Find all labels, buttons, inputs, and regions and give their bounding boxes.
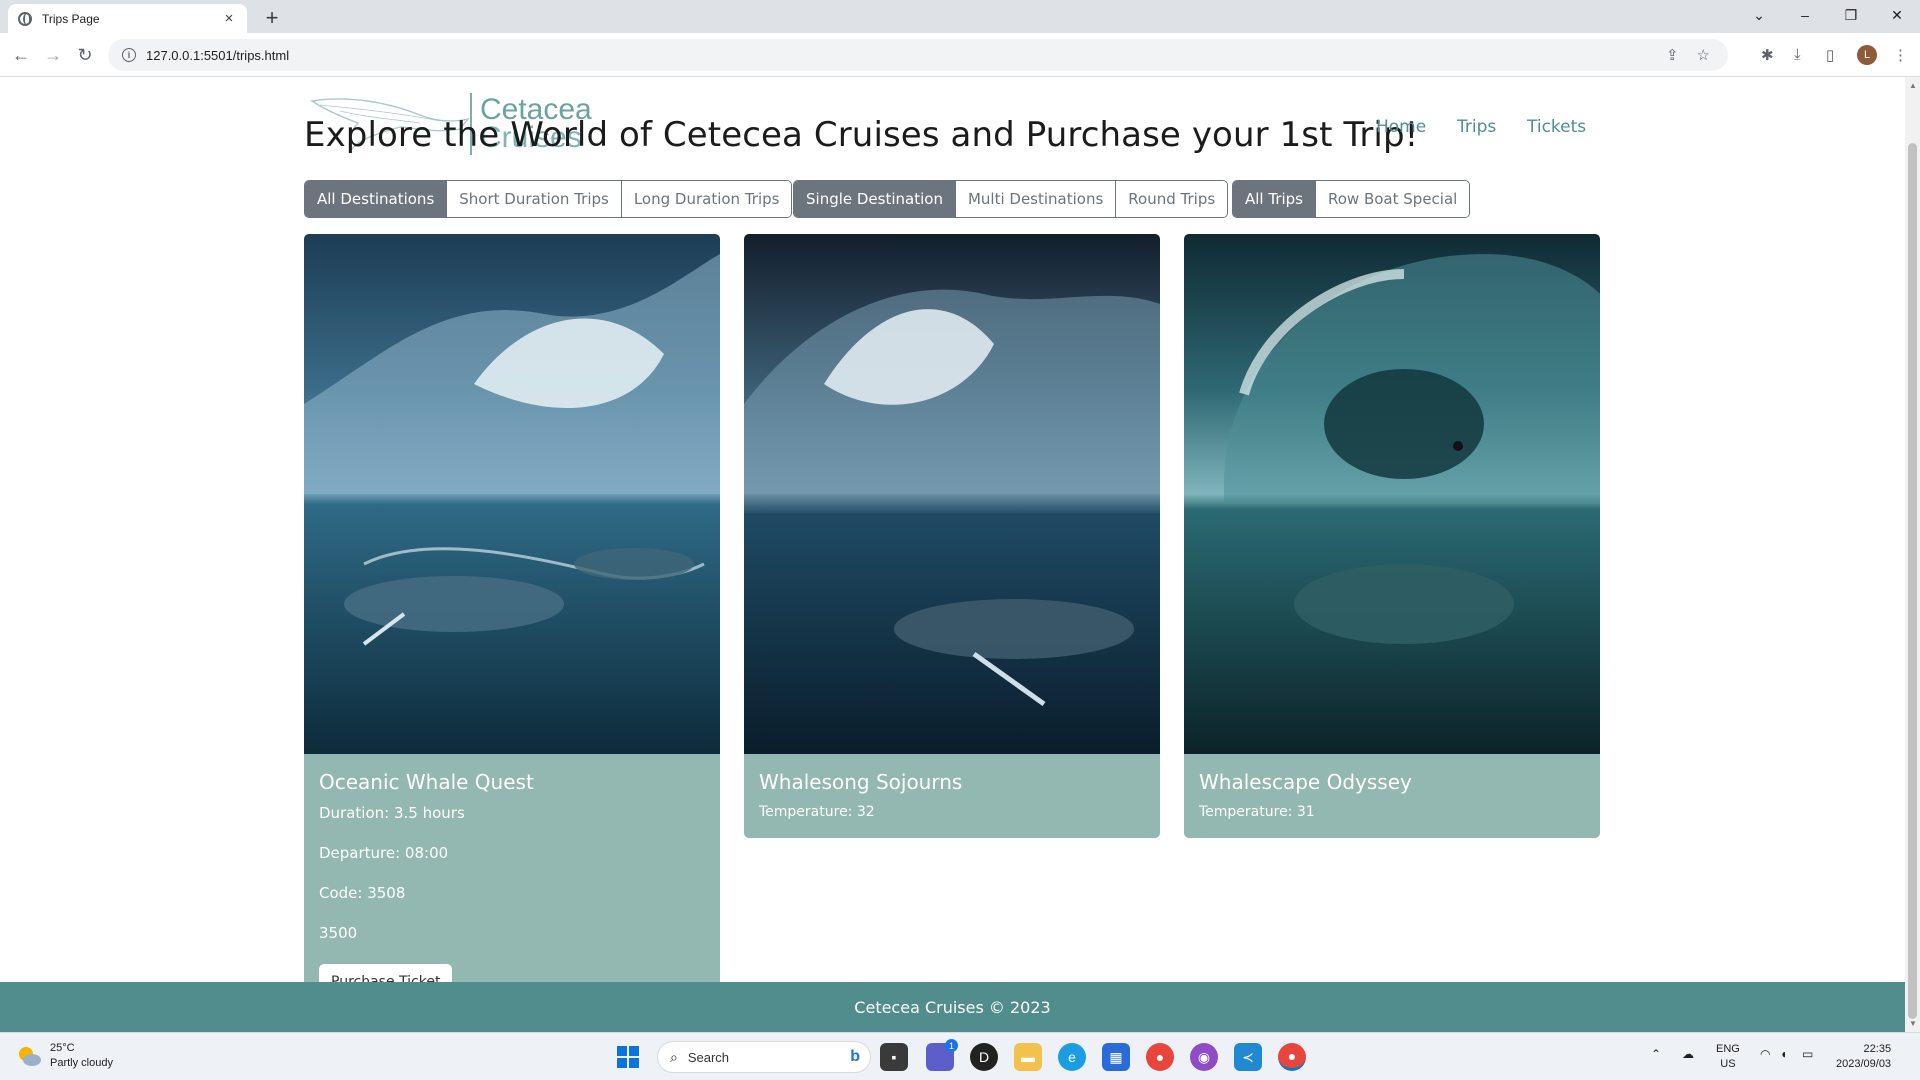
trip-card-image (1184, 234, 1600, 754)
footer-copyright: Cetecea Cruises © 2023 (854, 997, 1051, 1017)
language-code: ENG (1716, 1043, 1740, 1055)
weather-temperature: 25°C (50, 1042, 75, 1054)
filter-short-duration-button[interactable]: Short Duration Trips (447, 181, 622, 217)
page-title: Explore the World of Cetecea Cruises and… (304, 115, 1419, 155)
bing-icon: b (850, 1048, 860, 1065)
browser-tab[interactable]: Trips Page × (8, 4, 247, 33)
tray-overflow-chevron-icon[interactable]: ⌃ (1651, 1047, 1661, 1061)
store-icon[interactable]: ▦ (1102, 1043, 1130, 1071)
share-icon[interactable]: ⇪ (1666, 46, 1679, 64)
address-bar[interactable]: i 127.0.0.1:5501/trips.html ⇪ ☆ (108, 39, 1728, 71)
trip-temperature: Temperature: 32 (759, 804, 875, 820)
restore-button[interactable]: ❐ (1828, 0, 1874, 30)
weather-widget[interactable]: 25°C Partly cloudy (16, 1041, 113, 1071)
url-text[interactable]: 127.0.0.1:5501/trips.html (146, 48, 1666, 63)
vscode-icon[interactable]: ≺ (1234, 1043, 1262, 1071)
back-icon[interactable]: ← (8, 42, 34, 68)
forward-icon[interactable]: → (40, 42, 66, 68)
filter-multi-destinations-button[interactable]: Multi Destinations (955, 181, 1117, 217)
filter-all-trips-button[interactable]: All Trips (1233, 181, 1316, 217)
scroll-up-arrow-icon[interactable]: ▲ (1909, 81, 1917, 90)
trip-card-title: Oceanic Whale Quest (319, 770, 534, 794)
site-info-icon[interactable]: i (122, 48, 136, 62)
search-placeholder: Search (687, 1049, 730, 1065)
edge-browser-icon[interactable]: e (1058, 1043, 1086, 1071)
volume-icon[interactable]: ◖ (1780, 1047, 1787, 1061)
trip-card: Oceanic Whale Quest Duration: 3.5 hours … (304, 234, 720, 1014)
wifi-icon[interactable]: ◠ (1760, 1047, 1770, 1061)
filter-round-trips-button[interactable]: Round Trips (1116, 181, 1228, 217)
chrome-active-icon[interactable]: ● (1278, 1043, 1306, 1071)
download-icon[interactable]: ⤓ (1794, 46, 1801, 63)
trip-departure: Departure: 08:00 (319, 844, 449, 862)
trip-card-image (304, 234, 720, 754)
teams-chat-icon[interactable]: 1 (926, 1039, 958, 1071)
clock-date: 2023/09/03 (1836, 1058, 1892, 1070)
trip-card-body: Whalesong Sojourns Temperature: 32 (744, 754, 1160, 838)
filter-all-destinations-button[interactable]: All Destinations (305, 181, 448, 217)
weather-condition: Partly cloudy (50, 1057, 113, 1069)
nav-tickets-link[interactable]: Tickets (1527, 117, 1586, 137)
file-explorer-icon[interactable]: ▬ (1014, 1043, 1042, 1071)
bookmark-star-icon[interactable]: ☆ (1697, 46, 1710, 64)
special-filter-group: All Trips Row Boat Special (1232, 180, 1471, 218)
trip-code: Code: 3508 (319, 884, 406, 902)
taskbar-search[interactable]: ⌕ Search b (657, 1041, 871, 1073)
keyboard-region: US (1720, 1058, 1736, 1070)
os-taskbar: 25°C Partly cloudy ⌕ Search b ▪ 1 D ▬ e … (0, 1032, 1920, 1080)
new-tab-button[interactable]: + (260, 5, 284, 31)
trip-type-filter-group: Single Destination Multi Destinations Ro… (793, 180, 1229, 218)
page-viewport: Cetacea Cruises Explore the World of Cet… (0, 77, 1920, 1032)
reload-icon[interactable]: ↻ (72, 42, 98, 68)
tab-title: Trips Page (42, 11, 100, 26)
dell-icon[interactable]: D (970, 1043, 998, 1071)
trip-card: Whalescape Odyssey Temperature: 31 (1184, 234, 1600, 838)
profile-avatar[interactable]: L (1857, 45, 1877, 65)
scrollbar-thumb[interactable] (1908, 143, 1917, 1019)
teams-badge: 1 (945, 1039, 958, 1052)
trip-card-title: Whalescape Odyssey (1199, 770, 1412, 794)
tab-close-icon[interactable]: × (221, 10, 237, 27)
nav-trips-link[interactable]: Trips (1457, 117, 1496, 137)
windows-start-icon[interactable] (614, 1043, 642, 1071)
nav-home-link[interactable]: Home (1376, 117, 1426, 137)
trip-temperature: Temperature: 31 (1199, 804, 1315, 820)
chrome-icon[interactable]: ● (1146, 1043, 1174, 1071)
side-panel-icon[interactable]: ▯ (1826, 46, 1834, 64)
trip-card-body: Whalescape Odyssey Temperature: 31 (1184, 754, 1600, 838)
battery-icon[interactable]: ▭ (1802, 1047, 1813, 1061)
tab-search-icon[interactable]: ⌄ (1736, 0, 1782, 30)
scroll-down-arrow-icon[interactable]: ▼ (1909, 1019, 1917, 1028)
partly-cloudy-icon (16, 1043, 42, 1069)
task-view-icon[interactable]: ▪ (880, 1043, 908, 1071)
filter-single-destination-button[interactable]: Single Destination (794, 181, 956, 217)
onedrive-cloud-icon[interactable]: ☁ (1682, 1047, 1694, 1061)
github-desktop-icon[interactable]: ◉ (1190, 1043, 1218, 1071)
trip-price: 3500 (319, 924, 358, 942)
browser-toolbar: ← → ↻ i 127.0.0.1:5501/trips.html ⇪ ☆ ✱ … (0, 33, 1920, 77)
trip-card-body: Oceanic Whale Quest Duration: 3.5 hours … (304, 754, 720, 1014)
filter-row-boat-special-button[interactable]: Row Boat Special (1316, 181, 1470, 217)
trip-card-image (744, 234, 1160, 754)
browser-tabbar: Trips Page × + ⌄ – ❐ ✕ (0, 0, 1920, 33)
trip-duration: Duration: 3.5 hours (319, 804, 465, 822)
destination-filter-group: All Destinations Short Duration Trips Lo… (304, 180, 793, 218)
clock-time: 22:35 (1863, 1043, 1892, 1055)
filter-long-duration-button[interactable]: Long Duration Trips (621, 181, 792, 217)
globe-icon (18, 11, 32, 26)
minimize-button[interactable]: – (1782, 0, 1828, 30)
trip-card: Whalesong Sojourns Temperature: 32 (744, 234, 1160, 838)
trip-card-title: Whalesong Sojourns (759, 770, 963, 794)
page-footer: Cetecea Cruises © 2023 (0, 982, 1905, 1032)
extensions-icon[interactable]: ✱ (1761, 46, 1774, 64)
search-icon: ⌕ (670, 1048, 678, 1065)
close-window-button[interactable]: ✕ (1874, 0, 1920, 30)
page-scrollbar[interactable]: ▲ ▼ (1905, 77, 1920, 1032)
system-clock[interactable]: 22:35 2023/09/03 (1836, 1042, 1891, 1072)
menu-kebab-icon[interactable]: ⋮ (1893, 46, 1908, 64)
language-indicator[interactable]: ENG US (1716, 1042, 1740, 1072)
